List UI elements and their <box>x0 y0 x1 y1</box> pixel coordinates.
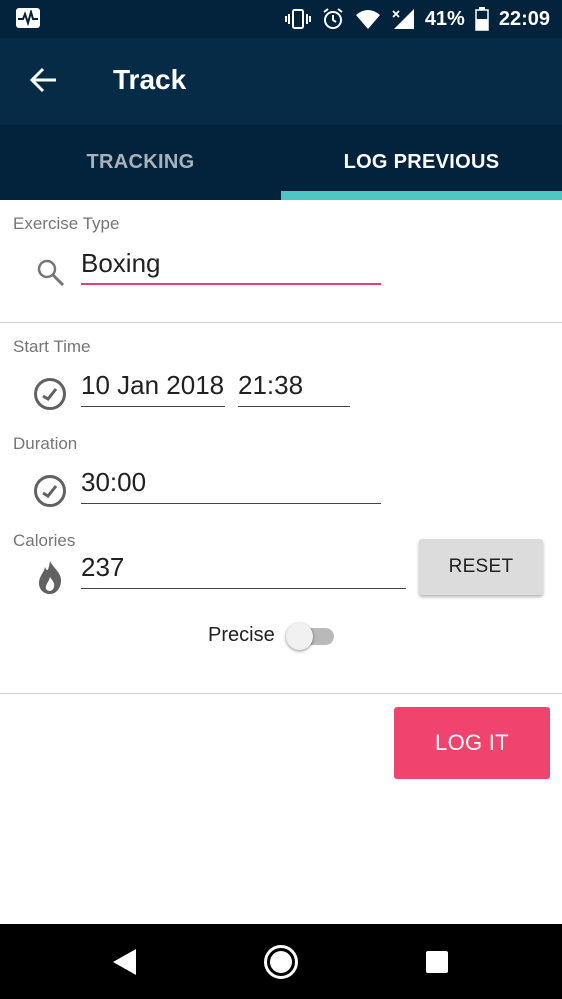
clock-icon <box>33 377 67 416</box>
reset-button-label: RESET <box>448 556 514 577</box>
exercise-type-underline <box>81 283 381 285</box>
calories-input[interactable]: 237 <box>81 552 124 583</box>
start-time-underline <box>238 406 350 407</box>
precise-label: Precise <box>208 624 275 646</box>
calories-underline <box>81 588 406 589</box>
tab-tracking[interactable]: TRACKING <box>0 125 281 200</box>
arrow-back-icon[interactable] <box>22 58 66 102</box>
status-bar: 41% 22:09 <box>0 0 562 38</box>
start-time-input[interactable]: 21:38 <box>238 370 303 401</box>
tab-label: TRACKING <box>86 151 195 173</box>
duration-underline <box>81 503 381 504</box>
flame-icon <box>36 559 64 600</box>
alarm-icon <box>321 7 345 31</box>
tab-bar: TRACKING LOG PREVIOUS <box>0 125 562 200</box>
start-date-input[interactable]: 10 Jan 2018 <box>81 370 224 401</box>
signal-icon <box>391 8 415 30</box>
log-it-button[interactable]: LOG IT <box>394 707 550 779</box>
clock-icon <box>33 474 67 513</box>
toggle-thumb <box>286 623 313 650</box>
navigation-bar <box>0 924 562 999</box>
vibrate-icon <box>284 8 311 30</box>
tab-log-previous[interactable]: LOG PREVIOUS <box>281 125 562 200</box>
activity-icon <box>16 8 40 28</box>
back-triangle-icon[interactable] <box>103 940 147 984</box>
battery-icon <box>475 7 489 31</box>
divider <box>0 322 562 323</box>
tab-label: LOG PREVIOUS <box>343 151 500 173</box>
precise-toggle[interactable] <box>286 620 336 652</box>
status-time: 22:09 <box>498 7 550 30</box>
app-bar: Track <box>0 38 562 125</box>
battery-percent: 41% <box>424 7 465 30</box>
start-date-underline <box>81 406 225 407</box>
search-icon <box>36 258 66 293</box>
divider <box>0 693 562 694</box>
start-time-label: Start Time <box>13 337 91 356</box>
duration-label: Duration <box>13 434 78 453</box>
status-icons: 41% 22:09 <box>284 6 550 32</box>
exercise-type-label: Exercise Type <box>13 214 120 233</box>
log-it-label: LOG IT <box>435 730 509 755</box>
duration-input[interactable]: 30:00 <box>81 467 146 498</box>
reset-button[interactable]: RESET <box>419 539 543 595</box>
calories-label: Calories <box>13 531 76 550</box>
recents-square-icon[interactable] <box>415 940 459 984</box>
wifi-icon <box>355 8 381 30</box>
tab-indicator <box>281 191 562 200</box>
home-circle-icon[interactable] <box>259 940 303 984</box>
exercise-type-input[interactable]: Boxing <box>81 248 161 279</box>
page-title: Track <box>113 64 187 95</box>
